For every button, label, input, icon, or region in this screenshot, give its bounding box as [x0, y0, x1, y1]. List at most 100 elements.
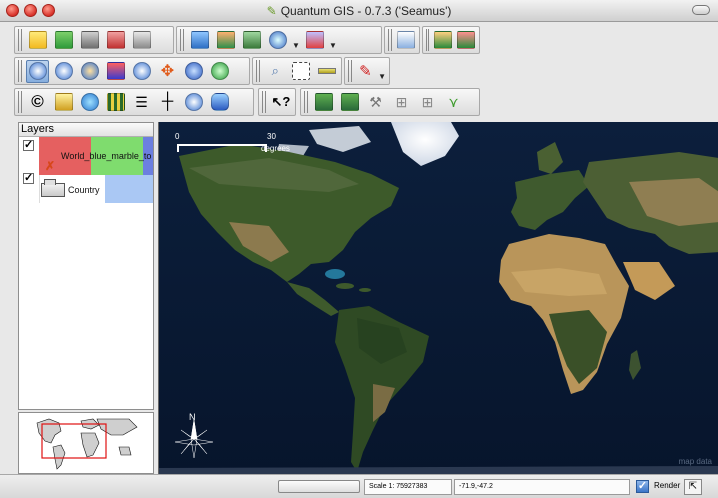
save-project-icon — [80, 31, 99, 49]
zoom-selection-icon — [106, 62, 125, 80]
zoom-out-button[interactable] — [52, 60, 75, 83]
overview-icon — [396, 31, 415, 49]
zoom-to-selection-button[interactable] — [104, 60, 127, 83]
grass-edit-1-button[interactable]: ⊞ — [390, 91, 413, 114]
toolbar-toggle-button[interactable] — [692, 5, 710, 15]
toolbar-grip[interactable] — [388, 29, 392, 51]
scale-display: Scale 1: 75927383 — [364, 479, 452, 495]
new-project-button[interactable] — [26, 29, 49, 52]
add-raster-icon — [216, 31, 235, 49]
gps-tool-button[interactable] — [182, 91, 205, 114]
zoom-in-button[interactable] — [26, 59, 49, 83]
remove-dropdown-arrow[interactable]: ▼ — [329, 41, 337, 50]
coordinate-display: -71.9,-47.2 — [454, 479, 630, 495]
overview-map-drawing — [19, 413, 153, 473]
grass-edit-3-button[interactable]: ⋎ — [442, 91, 465, 114]
copyright-label-button[interactable]: © — [26, 91, 49, 114]
python-plugin-button[interactable] — [456, 29, 476, 52]
scale-bar-line — [177, 144, 267, 146]
refresh-button[interactable] — [208, 60, 231, 83]
capture-map-image-button[interactable] — [266, 29, 289, 52]
grass-region-button[interactable] — [312, 91, 335, 114]
add-vector-layer-button[interactable] — [188, 29, 211, 52]
open-project-button[interactable] — [52, 29, 75, 52]
file-toolbar — [14, 26, 174, 54]
layers-panel: Layers ✓ ✗ World_blue_marble_to ✓ Countr… — [18, 122, 154, 410]
grass-edit-icon: ⊞ — [395, 93, 408, 110]
layer-visibility-checkbox[interactable]: ✓ — [23, 140, 34, 151]
toolbar-grip[interactable] — [18, 91, 22, 113]
globe-button[interactable] — [78, 91, 101, 114]
save-project-as-button[interactable] — [104, 29, 127, 52]
legend-fill — [105, 175, 153, 203]
tools-icon: ⚒ — [369, 93, 382, 110]
pencil-dropdown-arrow[interactable]: ▼ — [378, 72, 386, 81]
map-scale-bar: 0 30 degrees — [175, 132, 290, 154]
grass-map-icon — [314, 93, 333, 111]
remove-layer-button[interactable] — [303, 29, 326, 52]
capture-dropdown-arrow[interactable]: ▼ — [292, 41, 300, 50]
grass-toolbar: ⚒ ⊞ ⊞ ⋎ — [300, 88, 480, 116]
grass-edit-2-button[interactable]: ⊞ — [416, 91, 439, 114]
scale-bar-button[interactable]: ☰ — [130, 91, 153, 114]
add-point-icon: ┼ — [161, 93, 174, 110]
north-arrow-button[interactable] — [52, 91, 75, 114]
print-button[interactable] — [130, 29, 153, 52]
save-as-icon — [106, 31, 125, 49]
grass-display-button[interactable] — [338, 91, 361, 114]
zoom-full-button[interactable] — [78, 60, 101, 83]
layer-name: Country — [68, 185, 100, 195]
toolbar-grip[interactable] — [426, 29, 429, 51]
digitizing-toolbar: ✎ ▼ — [344, 57, 390, 85]
toolbar-grip[interactable] — [304, 91, 308, 113]
plugin-manager-button[interactable] — [433, 29, 453, 52]
overview-toggle-button[interactable] — [396, 29, 416, 52]
toolbar-grip[interactable] — [18, 60, 22, 82]
qgis-window: ✎ Quantum GIS - 0.7.3 ('Seamus') ▼ ▼ ✥ ⌕… — [0, 0, 718, 498]
copyright-icon: © — [31, 92, 44, 111]
pan-button[interactable]: ✥ — [156, 60, 179, 83]
add-point-button[interactable]: ┼ — [156, 91, 179, 114]
layers-panel-title: Layers — [19, 123, 153, 137]
users-plugin-icon — [434, 31, 452, 49]
toolbar-grip[interactable] — [180, 29, 184, 51]
whats-this-button[interactable]: ↖? — [270, 91, 292, 114]
zoom-last-button[interactable] — [182, 60, 205, 83]
navigation-toolbar: ✥ — [14, 57, 250, 85]
toolbar-grip[interactable] — [262, 91, 266, 113]
layer-item-world-blue-marble[interactable]: ✗ World_blue_marble_to — [39, 137, 153, 177]
open-project-icon — [54, 31, 73, 49]
identify-button[interactable]: ⌕ — [264, 60, 287, 83]
toolbar-grip[interactable] — [18, 29, 22, 51]
render-checkbox[interactable]: ✓ — [636, 480, 649, 493]
toolbar-grip[interactable] — [348, 60, 352, 82]
layer-tool-button[interactable] — [208, 91, 231, 114]
grid-button[interactable] — [104, 91, 127, 114]
measure-line-button[interactable] — [315, 60, 338, 83]
zoom-layer-icon — [132, 62, 151, 80]
magnifier-globe-icon — [268, 31, 287, 49]
gps-icon — [184, 93, 203, 111]
layer-item-country[interactable]: Country — [39, 175, 153, 203]
select-features-button[interactable] — [290, 60, 313, 83]
save-project-button[interactable] — [78, 29, 101, 52]
grass-tools-button[interactable]: ⚒ — [364, 91, 387, 114]
users-edit-icon — [457, 31, 475, 49]
add-postgis-layer-button[interactable] — [240, 29, 263, 52]
attributes-toolbar: ⌕ — [252, 57, 342, 85]
add-raster-layer-button[interactable] — [214, 29, 237, 52]
layer-visibility-checkbox[interactable]: ✓ — [23, 173, 34, 184]
zoom-to-layer-button[interactable] — [130, 60, 153, 83]
map-tips-icon[interactable]: ⇱ — [684, 479, 702, 495]
toolbar-grip[interactable] — [256, 60, 260, 82]
identify-icon: ⌕ — [271, 63, 279, 78]
map-canvas[interactable]: 0 30 degrees N map data — [158, 122, 718, 474]
plugins-toolbar — [422, 26, 480, 54]
decorations-toolbar: © ☰ ┼ — [14, 88, 254, 116]
overview-map[interactable] — [18, 412, 154, 474]
zoom-out-icon — [54, 62, 73, 80]
title-bar[interactable]: ✎ Quantum GIS - 0.7.3 ('Seamus') — [0, 0, 718, 22]
scale-bar-unit: degrees — [261, 144, 290, 153]
draw-pencil-button[interactable]: ✎ — [356, 60, 375, 83]
ruler-icon — [317, 68, 336, 74]
